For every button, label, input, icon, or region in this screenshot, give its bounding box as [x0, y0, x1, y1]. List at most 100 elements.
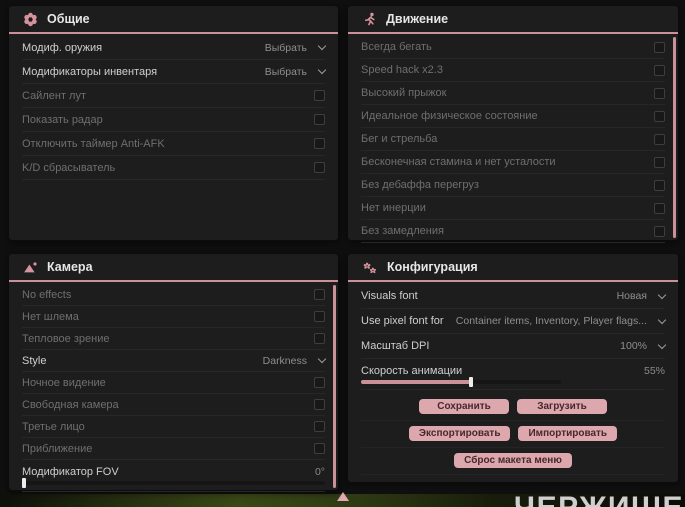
- checkbox[interactable]: [314, 162, 325, 173]
- row-ночное-видение[interactable]: Ночное видение: [22, 372, 325, 394]
- row-label: Нет шлема: [22, 310, 79, 323]
- checkbox[interactable]: [654, 156, 665, 168]
- panel-title: Движение: [386, 12, 449, 26]
- chevron-down-icon: [317, 354, 327, 364]
- app-root: ЧЕРЖИШЕ Общие Модиф. оружияВыбратьМодифи…: [0, 0, 685, 507]
- row-свободная-камера[interactable]: Свободная камера: [22, 394, 325, 416]
- button-экспортировать[interactable]: Экспортировать: [408, 426, 511, 441]
- row-label: Visuals font: [361, 290, 418, 302]
- row-модификаторы-инвентаря[interactable]: Модификаторы инвентаря Выбрать: [22, 60, 327, 84]
- chevron-down-icon: [657, 290, 667, 299]
- row-нет-инерции[interactable]: Нет инерции: [361, 197, 665, 220]
- scrollbar[interactable]: [333, 285, 336, 488]
- slider-handle[interactable]: [469, 376, 473, 387]
- row-label: Всегда бегать: [361, 41, 432, 53]
- row-бег-и-стрельба[interactable]: Бег и стрельба: [361, 128, 665, 151]
- row-всегда-бегать[interactable]: Всегда бегать: [361, 36, 665, 59]
- row-высокий-прыжок[interactable]: Высокий прыжок: [361, 82, 665, 105]
- slider-handle[interactable]: [22, 478, 26, 488]
- row-без-дебаффа-перегруз[interactable]: Без дебаффа перегруз: [361, 174, 665, 197]
- row-приближение[interactable]: Приближение: [22, 438, 325, 460]
- chevron-down-icon: [317, 65, 327, 75]
- dropdown-use-pixel-font-for[interactable]: Container items, Inventory, Player flags…: [455, 315, 667, 327]
- button-импортировать[interactable]: Импортировать: [518, 426, 618, 441]
- dropdown-модификаторы-инвентаря[interactable]: Выбрать: [265, 65, 327, 78]
- row-label: Use pixel font for: [361, 315, 444, 327]
- row-label: Тепловое зрение: [22, 332, 110, 345]
- checkbox[interactable]: [654, 64, 665, 76]
- dropdown-visuals-font[interactable]: Новая: [617, 290, 667, 302]
- panel-title: Камера: [47, 260, 93, 274]
- checkbox[interactable]: [314, 399, 325, 410]
- row-модификатор-fov[interactable]: Модификатор FOV 0°: [22, 460, 325, 492]
- row-бесконечная-стамина-и-нет-усталости[interactable]: Бесконечная стамина и нет усталости: [361, 151, 665, 174]
- runner-icon: [362, 12, 377, 27]
- checkbox[interactable]: [654, 202, 665, 214]
- row-сайлент-лут[interactable]: Сайлент лут: [22, 84, 325, 108]
- row-no-effects[interactable]: No effects: [22, 284, 325, 306]
- row-label: Свободная камера: [22, 398, 119, 411]
- checkbox[interactable]: [654, 87, 665, 99]
- panel-movement-rows: Всегда бегать Speed hack x2.3 Высокий прыж…: [348, 34, 678, 243]
- row-тепловое-зрение[interactable]: Тепловое зрение: [22, 328, 325, 350]
- checkbox[interactable]: [314, 138, 325, 149]
- row-модиф-оружия[interactable]: Модиф. оружия Выбрать: [22, 36, 327, 60]
- panel-camera: Камера No effects Нет шлема Тепловое зрени…: [8, 253, 339, 492]
- checkbox[interactable]: [314, 421, 325, 432]
- checkbox[interactable]: [314, 289, 325, 300]
- row-label: Speed hack x2.3: [361, 64, 443, 76]
- slider-track-модификатор-fov[interactable]: [22, 478, 325, 488]
- slider-track-скорость-анимации[interactable]: [361, 376, 561, 387]
- checkbox[interactable]: [654, 133, 665, 145]
- row-label: Без замедления: [361, 225, 444, 237]
- row-style[interactable]: Style Darkness: [22, 350, 327, 372]
- checkbox[interactable]: [314, 311, 325, 322]
- panel-config: Конфигурация Visuals font Новая Use pixel …: [347, 253, 679, 483]
- row-скорость-анимации[interactable]: Скорость анимации 55%: [361, 359, 665, 390]
- panel-general-header[interactable]: Общие: [9, 6, 338, 34]
- panel-movement-header[interactable]: Движение: [348, 6, 678, 34]
- checkbox[interactable]: [314, 443, 325, 454]
- row-label: Ночное видение: [22, 376, 106, 389]
- chevron-down-icon: [657, 340, 667, 349]
- row-масштаб-dpi[interactable]: Масштаб DPI 100%: [361, 334, 667, 359]
- gears-icon: [362, 260, 378, 275]
- panel-general-rows: Модиф. оружия Выбрать Модификаторы инвента…: [9, 34, 338, 180]
- checkbox[interactable]: [314, 114, 325, 125]
- row-показать-радар[interactable]: Показать радар: [22, 108, 325, 132]
- panel-config-header[interactable]: Конфигурация: [348, 254, 678, 282]
- row-отключить-таймер-anti-afk[interactable]: Отключить таймер Anti-AFK: [22, 132, 325, 156]
- row-нет-шлема[interactable]: Нет шлема: [22, 306, 325, 328]
- dropdown-value: Container items, Inventory, Player flags…: [455, 315, 647, 327]
- checkbox[interactable]: [654, 179, 665, 191]
- row-k-d-сбрасыватель[interactable]: K/D сбрасыватель: [22, 156, 325, 180]
- row-use-pixel-font-for[interactable]: Use pixel font for Container items, Inven…: [361, 309, 667, 334]
- row-speed-hack-x2-3[interactable]: Speed hack x2.3: [361, 59, 665, 82]
- row-идеальное-физическое-состояние[interactable]: Идеальное физическое состояние: [361, 105, 665, 128]
- dropdown-style[interactable]: Darkness: [263, 354, 327, 367]
- row-без-замедления[interactable]: Без замедления: [361, 220, 665, 243]
- row-label: Высокий прыжок: [361, 87, 447, 99]
- panel-camera-header[interactable]: Камера: [9, 254, 338, 282]
- button-загрузить[interactable]: Загрузить: [517, 399, 607, 414]
- dropdown-модиф-оружия[interactable]: Выбрать: [265, 42, 327, 54]
- slider-fill: [361, 379, 471, 384]
- checkbox[interactable]: [654, 41, 665, 53]
- row-label: Третье лицо: [22, 420, 85, 433]
- button-сброс-макета-меню[interactable]: Сброс макета меню: [454, 453, 572, 468]
- checkbox[interactable]: [314, 377, 325, 388]
- checkbox[interactable]: [654, 225, 665, 237]
- dropdown-масштаб-dpi[interactable]: 100%: [620, 340, 667, 352]
- row-label: Скорость анимации: [361, 364, 463, 377]
- button-сохранить[interactable]: Сохранить: [419, 399, 509, 414]
- panel-config-buttons: Сохранить Загрузить Экспортировать Импортир…: [348, 390, 678, 475]
- row-третье-лицо[interactable]: Третье лицо: [22, 416, 325, 438]
- panel-general: Общие Модиф. оружия Выбрать Модификаторы и…: [8, 5, 339, 241]
- panel-title: Общие: [47, 12, 90, 26]
- checkbox[interactable]: [654, 110, 665, 122]
- checkbox[interactable]: [314, 333, 325, 344]
- button-row: Сохранить Загрузить: [361, 394, 665, 421]
- scrollbar[interactable]: [673, 37, 676, 238]
- row-visuals-font[interactable]: Visuals font Новая: [361, 284, 667, 309]
- checkbox[interactable]: [314, 90, 325, 101]
